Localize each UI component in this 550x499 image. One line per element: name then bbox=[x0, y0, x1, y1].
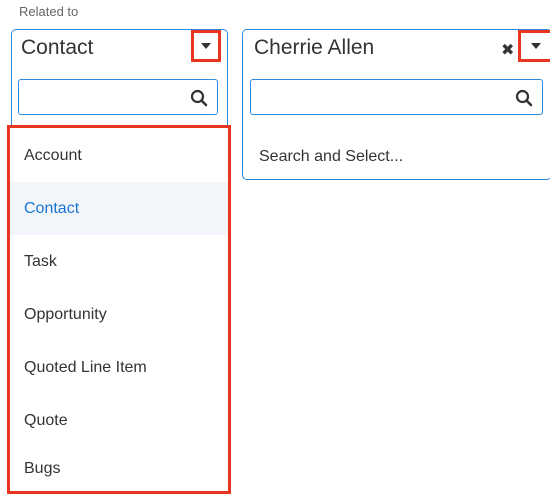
field-label: Related to bbox=[19, 4, 79, 19]
parent-type-options: Account Contact Task Opportunity Quoted … bbox=[7, 125, 231, 494]
chevron-down-icon bbox=[530, 43, 541, 49]
parent-record-value: Cherrie Allen bbox=[254, 36, 375, 59]
option-task[interactable]: Task bbox=[10, 235, 228, 288]
option-account[interactable]: Account bbox=[10, 129, 228, 182]
chevron-down-icon bbox=[201, 43, 211, 49]
option-opportunity[interactable]: Opportunity bbox=[10, 288, 228, 341]
parent-type-search-input[interactable] bbox=[25, 84, 187, 112]
parent-record-dropdown-button[interactable] bbox=[518, 30, 550, 62]
option-bugs[interactable]: Bugs bbox=[10, 442, 228, 495]
option-quoted-line-item[interactable]: Quoted Line Item bbox=[10, 341, 228, 394]
parent-record-search-input[interactable] bbox=[257, 84, 512, 112]
option-quote[interactable]: Quote bbox=[10, 394, 228, 447]
search-icon bbox=[515, 89, 533, 107]
close-icon[interactable]: ✖ bbox=[501, 40, 514, 60]
parent-type-dropdown-button[interactable] bbox=[191, 30, 221, 62]
parent-record-search[interactable] bbox=[250, 79, 543, 115]
search-and-select-hint[interactable]: Search and Select... bbox=[259, 148, 403, 166]
search-icon bbox=[190, 89, 208, 107]
option-contact[interactable]: Contact bbox=[10, 182, 228, 235]
parent-type-search[interactable] bbox=[18, 79, 218, 115]
parent-type-value: Contact bbox=[21, 36, 94, 59]
